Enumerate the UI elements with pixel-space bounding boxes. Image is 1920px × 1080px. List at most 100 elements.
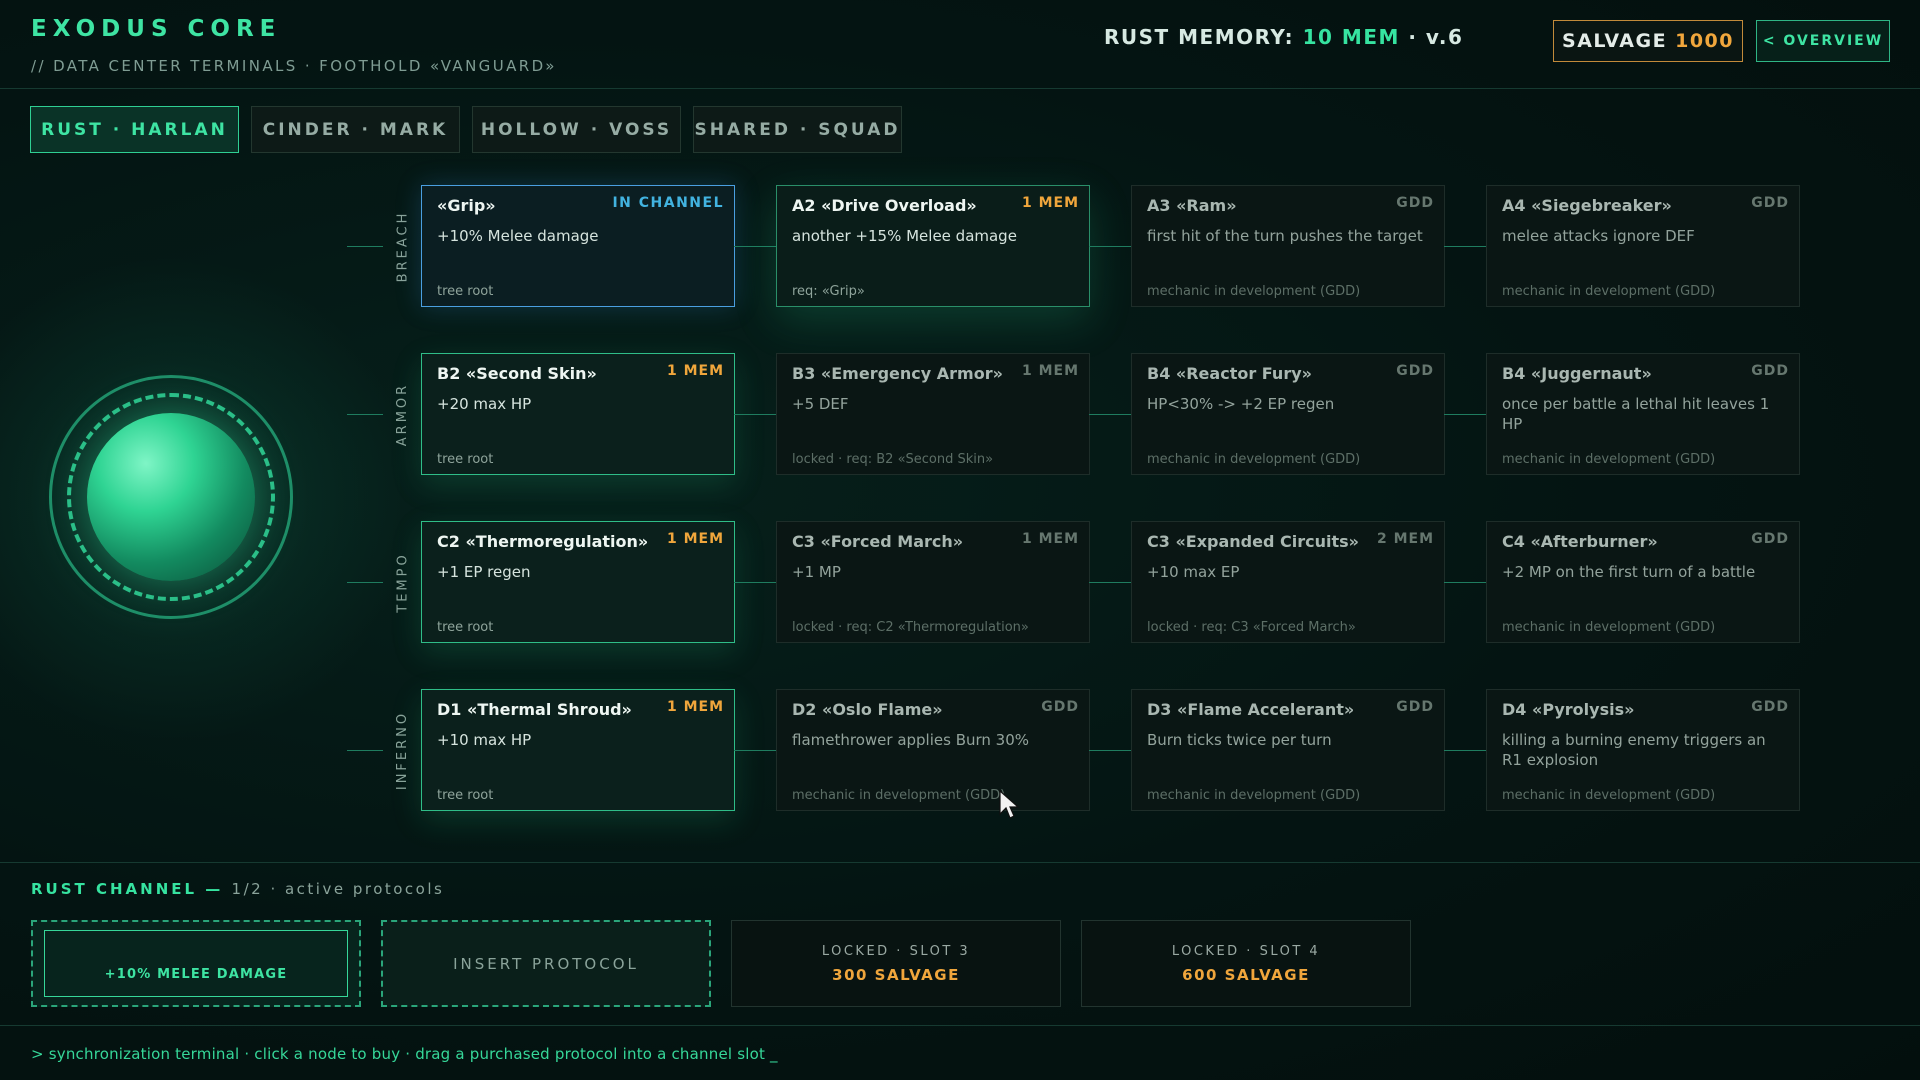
- node-description: +5 DEF: [792, 395, 849, 413]
- node-badge: GDD: [1751, 531, 1789, 547]
- slotted-protocol[interactable]: +10% MELEE DAMAGE: [44, 930, 348, 997]
- slot-3-cost: 300 SALVAGE: [832, 965, 960, 984]
- node-connector: [734, 582, 776, 583]
- skill-node[interactable]: B2 «Second Skin» 1 MEM +20 max HP tree root: [421, 353, 735, 475]
- skill-node[interactable]: «Grip» IN CHANNEL +10% Melee damage tree ro…: [421, 185, 735, 307]
- node-description: +10 max EP: [1147, 563, 1240, 581]
- tab-rust-harlan[interactable]: RUST · HARLAN: [30, 106, 239, 153]
- version-label: · v.6: [1408, 25, 1464, 49]
- node-description: +1 EP regen: [437, 563, 531, 581]
- location-subtitle: // DATA CENTER TERMINALS · FOOTHOLD «VAN…: [31, 57, 557, 75]
- node-description: +1 MP: [792, 563, 841, 581]
- channel-divider: [0, 862, 1920, 863]
- channel-slot-3[interactable]: LOCKED · SLOT 3 300 SALVAGE: [731, 920, 1061, 1007]
- node-requirement: mechanic in development (GDD): [1147, 452, 1361, 467]
- skill-node[interactable]: D3 «Flame Accelerant» GDD Burn ticks twice…: [1131, 689, 1445, 811]
- node-requirement: mechanic in development (GDD): [792, 788, 1006, 803]
- branch-label-text: INFERNO: [395, 710, 411, 790]
- node-connector: [1089, 246, 1131, 247]
- node-connector: [1444, 750, 1486, 751]
- channel-title-count: 1/2 · active protocols: [231, 880, 445, 898]
- branch-label-breach: BREACH: [393, 185, 413, 307]
- skill-node[interactable]: C2 «Thermoregulation» 1 MEM +1 EP regen tre…: [421, 521, 735, 643]
- node-badge: GDD: [1396, 699, 1434, 715]
- node-badge: GDD: [1751, 699, 1789, 715]
- node-requirement: mechanic in development (GDD): [1502, 284, 1716, 299]
- channel-slot-1[interactable]: +10% MELEE DAMAGE: [31, 920, 361, 1007]
- node-connector: [1444, 246, 1486, 247]
- node-title: B4 «Juggernaut»: [1502, 364, 1652, 383]
- skill-node[interactable]: D2 «Oslo Flame» GDD flamethrower applies B…: [776, 689, 1090, 811]
- node-description: another +15% Melee damage: [792, 227, 1017, 245]
- node-requirement: req: «Grip»: [792, 284, 865, 299]
- branch-connector: [347, 582, 383, 583]
- node-title: D3 «Flame Accelerant»: [1147, 700, 1355, 719]
- node-description: HP<30% -> +2 EP regen: [1147, 395, 1335, 413]
- channel-title: RUST CHANNEL — 1/2 · active protocols: [31, 880, 444, 898]
- brand-title: EXODUS CORE: [31, 16, 282, 42]
- skill-node[interactable]: C3 «Expanded Circuits» 2 MEM +10 max EP loc…: [1131, 521, 1445, 643]
- console-hint: > synchronization terminal · click a nod…: [31, 1045, 778, 1063]
- channel-slot-2[interactable]: INSERT PROTOCOL: [381, 920, 711, 1007]
- skill-node[interactable]: D1 «Thermal Shroud» 1 MEM +10 max HP tree r…: [421, 689, 735, 811]
- node-requirement: mechanic in development (GDD): [1147, 284, 1361, 299]
- skill-node[interactable]: C3 «Forced March» 1 MEM +1 MP locked · req:…: [776, 521, 1090, 643]
- branch-connector: [347, 246, 383, 247]
- node-requirement: locked · req: B2 «Second Skin»: [792, 452, 994, 467]
- branch-label-armor: ARMOR: [393, 353, 413, 475]
- node-requirement: tree root: [437, 620, 494, 635]
- tab-cinder-mark[interactable]: CINDER · MARK: [251, 106, 460, 153]
- node-title: D2 «Oslo Flame»: [792, 700, 943, 719]
- node-connector: [1089, 582, 1131, 583]
- tab-hollow-voss[interactable]: HOLLOW · VOSS: [472, 106, 681, 153]
- node-description: once per battle a lethal hit leaves 1 HP: [1502, 395, 1770, 433]
- skill-node[interactable]: D4 «Pyrolysis» GDD killing a burning enemy…: [1486, 689, 1800, 811]
- node-connector: [1444, 414, 1486, 415]
- node-badge: 1 MEM: [1021, 363, 1079, 379]
- node-badge: GDD: [1041, 699, 1079, 715]
- skill-node[interactable]: B4 «Reactor Fury» GDD HP<30% -> +2 EP rege…: [1131, 353, 1445, 475]
- node-title: C4 «Afterburner»: [1502, 532, 1658, 551]
- branch-connector: [347, 750, 383, 751]
- node-description: +2 MP on the first turn of a battle: [1502, 563, 1756, 581]
- node-badge: GDD: [1751, 195, 1789, 211]
- node-connector: [734, 750, 776, 751]
- skill-node[interactable]: A2 «Drive Overload» 1 MEM another +15% Mel…: [776, 185, 1090, 307]
- skill-node[interactable]: A3 «Ram» GDD first hit of the turn pushes …: [1131, 185, 1445, 307]
- channel-slot-4[interactable]: LOCKED · SLOT 4 600 SALVAGE: [1081, 920, 1411, 1007]
- node-requirement: mechanic in development (GDD): [1502, 452, 1716, 467]
- character-tabs: RUST · HARLAN CINDER · MARK HOLLOW · VOS…: [30, 106, 902, 153]
- node-description: +10 max HP: [437, 731, 532, 749]
- branch-label-text: ARMOR: [395, 382, 411, 446]
- node-connector: [734, 246, 776, 247]
- skill-node[interactable]: A4 «Siegebreaker» GDD melee attacks ignore…: [1486, 185, 1800, 307]
- overview-button[interactable]: < OVERVIEW: [1756, 20, 1890, 62]
- node-requirement: tree root: [437, 284, 494, 299]
- tab-shared-squad[interactable]: SHARED · SQUAD: [693, 106, 902, 153]
- memory-value: 10 MEM: [1302, 25, 1400, 49]
- branch-label-tempo: TEMPO: [393, 521, 413, 643]
- node-badge: 1 MEM: [1021, 195, 1079, 211]
- branch-connector: [347, 414, 383, 415]
- node-connector: [1089, 414, 1131, 415]
- node-requirement: mechanic in development (GDD): [1502, 620, 1716, 635]
- branch-label-inferno: INFERNO: [393, 689, 413, 811]
- node-description: Burn ticks twice per turn: [1147, 731, 1332, 749]
- mouse-cursor-icon: [999, 790, 1020, 819]
- salvage-counter: SALVAGE 1000: [1553, 20, 1743, 62]
- node-description: +20 max HP: [437, 395, 532, 413]
- node-requirement: mechanic in development (GDD): [1147, 788, 1361, 803]
- branch-label-text: TEMPO: [395, 551, 411, 613]
- node-badge: 1 MEM: [1021, 531, 1079, 547]
- channel-title-main: RUST CHANNEL —: [31, 880, 224, 898]
- core-orb-icon: [87, 413, 255, 581]
- skill-node[interactable]: C4 «Afterburner» GDD +2 MP on the first tu…: [1486, 521, 1800, 643]
- memory-label: RUST MEMORY:: [1104, 25, 1295, 49]
- node-title: D4 «Pyrolysis»: [1502, 700, 1635, 719]
- skill-node[interactable]: B3 «Emergency Armor» 1 MEM +5 DEF locked · …: [776, 353, 1090, 475]
- node-title: A4 «Siegebreaker»: [1502, 196, 1672, 215]
- skill-node[interactable]: B4 «Juggernaut» GDD once per battle a leth…: [1486, 353, 1800, 475]
- node-title: B4 «Reactor Fury»: [1147, 364, 1312, 383]
- node-description: first hit of the turn pushes the target: [1147, 227, 1423, 245]
- slot-4-lock-label: LOCKED · SLOT 4: [1171, 943, 1321, 959]
